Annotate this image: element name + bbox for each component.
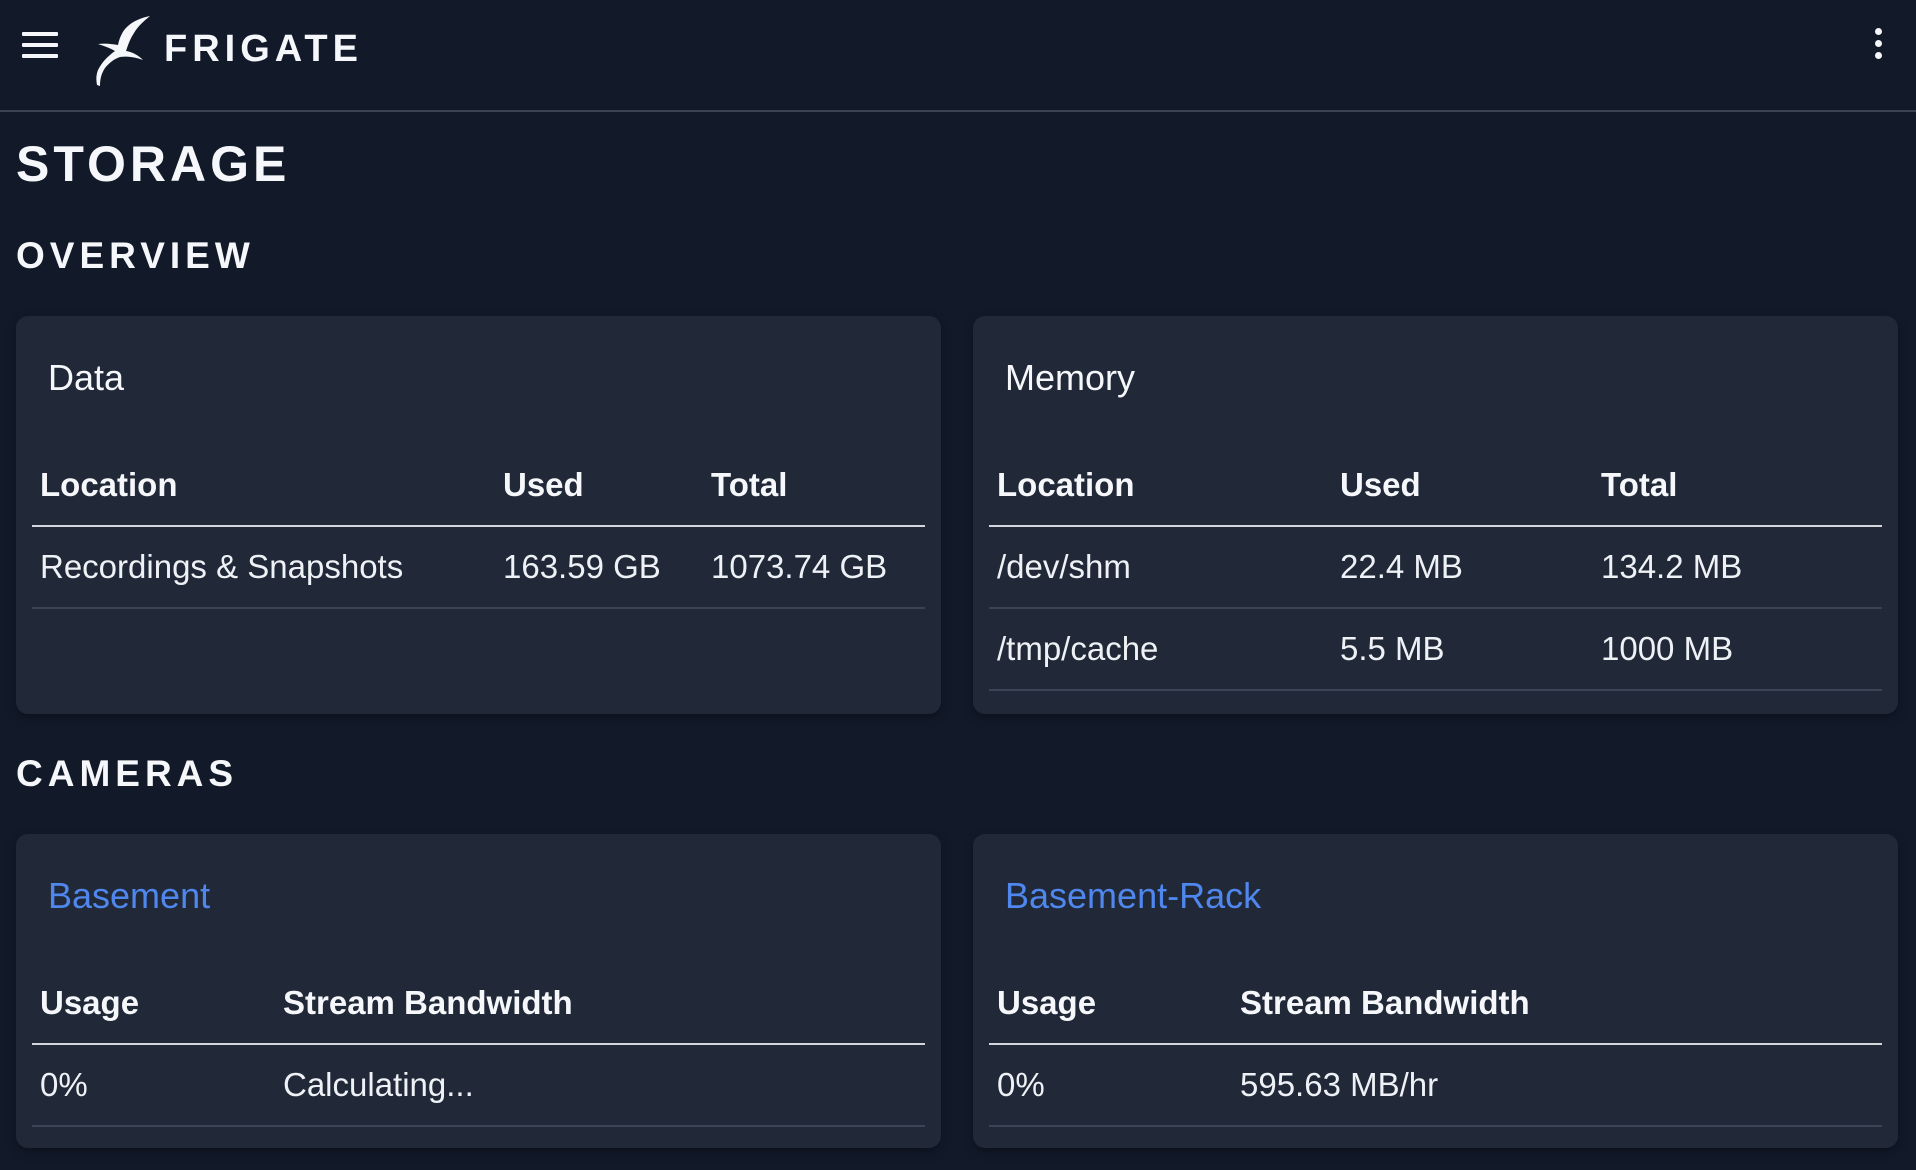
table-row: 0% Calculating... — [32, 1044, 925, 1127]
camera-link-basement-rack[interactable]: Basement-Rack — [1005, 875, 1261, 916]
page-title: STORAGE — [16, 136, 291, 192]
overview-heading: OVERVIEW — [16, 235, 255, 276]
table-row: Recordings & Snapshots 163.59 GB 1073.74… — [32, 526, 925, 609]
column-header-usage: Usage — [989, 962, 1232, 1045]
column-header-total: Total — [703, 444, 925, 527]
column-header-location: Location — [989, 444, 1332, 527]
column-header-location: Location — [32, 444, 495, 527]
total-cell: 134.2 MB — [1593, 526, 1882, 609]
home-logo-link[interactable]: FRIGATE — [88, 12, 363, 88]
table-header-row: Location Used Total — [989, 444, 1882, 527]
used-cell: 163.59 GB — [495, 526, 703, 609]
hamburger-menu-icon[interactable] — [18, 28, 62, 62]
card-title-memory: Memory — [1005, 357, 1136, 398]
bandwidth-cell: 595.63 MB/hr — [1232, 1044, 1882, 1127]
used-cell: 5.5 MB — [1332, 608, 1593, 691]
total-cell: 1073.74 GB — [703, 526, 925, 609]
camera-usage-table: Usage Stream Bandwidth 0% Calculating... — [32, 962, 925, 1127]
column-header-used: Used — [495, 444, 703, 527]
location-cell: Recordings & Snapshots — [32, 526, 495, 609]
vertical-dots-icon[interactable] — [1862, 24, 1894, 64]
memory-storage-card: Memory Location Used Total /dev/shm 22.4… — [973, 316, 1898, 714]
total-cell: 1000 MB — [1593, 608, 1882, 691]
data-storage-card: Data Location Used Total Recordings & Sn… — [16, 316, 941, 714]
table-row: /dev/shm 22.4 MB 134.2 MB — [989, 526, 1882, 609]
column-header-stream-bandwidth: Stream Bandwidth — [275, 962, 925, 1045]
usage-cell: 0% — [989, 1044, 1232, 1127]
frigate-bird-icon — [96, 16, 150, 86]
camera-card-basement-rack: Basement-Rack Usage Stream Bandwidth 0% … — [973, 834, 1898, 1148]
used-cell: 22.4 MB — [1332, 526, 1593, 609]
table-row: /tmp/cache 5.5 MB 1000 MB — [989, 608, 1882, 691]
data-storage-table: Location Used Total Recordings & Snapsho… — [32, 444, 925, 609]
bandwidth-cell: Calculating... — [275, 1044, 925, 1127]
column-header-stream-bandwidth: Stream Bandwidth — [1232, 962, 1882, 1045]
table-header-row: Usage Stream Bandwidth — [32, 962, 925, 1045]
camera-card-basement: Basement Usage Stream Bandwidth 0% Calcu… — [16, 834, 941, 1148]
camera-usage-table: Usage Stream Bandwidth 0% 595.63 MB/hr — [989, 962, 1882, 1127]
column-header-total: Total — [1593, 444, 1882, 527]
camera-title: Basement — [48, 874, 210, 918]
location-cell: /tmp/cache — [989, 608, 1332, 691]
memory-storage-table: Location Used Total /dev/shm 22.4 MB 134… — [989, 444, 1882, 691]
table-row: 0% 595.63 MB/hr — [989, 1044, 1882, 1127]
table-header-row: Usage Stream Bandwidth — [989, 962, 1882, 1045]
column-header-used: Used — [1332, 444, 1593, 527]
camera-title: Basement-Rack — [1005, 874, 1261, 918]
app-bar: FRIGATE — [0, 0, 1916, 112]
card-title-data: Data — [48, 357, 125, 398]
usage-cell: 0% — [32, 1044, 275, 1127]
column-header-usage: Usage — [32, 962, 275, 1045]
table-header-row: Location Used Total — [32, 444, 925, 527]
location-cell: /dev/shm — [989, 526, 1332, 609]
app-name: FRIGATE — [164, 27, 363, 70]
camera-link-basement[interactable]: Basement — [48, 875, 210, 916]
cameras-heading: CAMERAS — [16, 753, 239, 794]
